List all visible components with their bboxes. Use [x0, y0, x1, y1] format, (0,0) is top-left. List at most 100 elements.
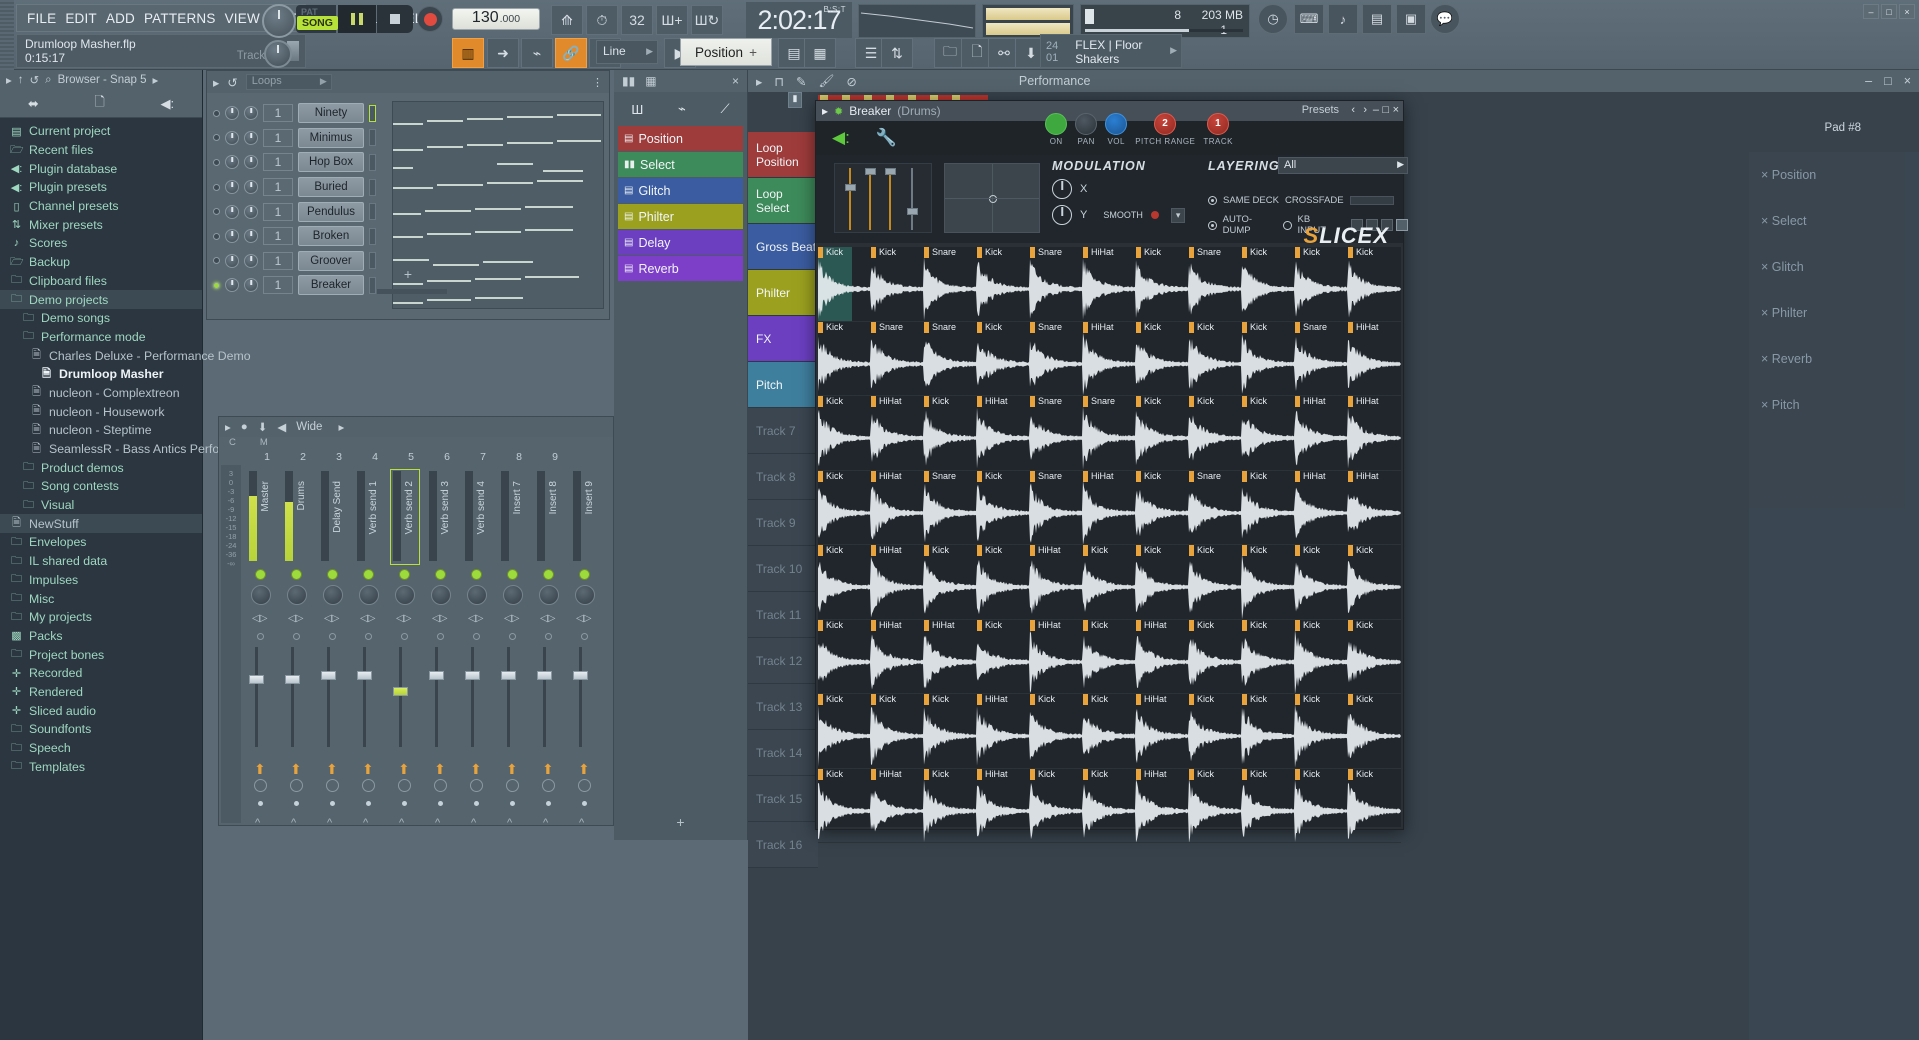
- mixer-pan-knob[interactable]: [503, 585, 523, 605]
- browser-item-recorded[interactable]: ✛ Recorded: [0, 664, 202, 683]
- mixer-strip-led[interactable]: [543, 569, 554, 580]
- mixer-fader-cap[interactable]: [357, 671, 372, 680]
- mixer-send-circle[interactable]: [326, 779, 339, 792]
- mixer-record-arm[interactable]: [509, 633, 516, 640]
- menu-item-edit[interactable]: EDIT: [65, 11, 97, 26]
- channel-name-button[interactable]: Buried: [298, 177, 364, 198]
- mixer-send-arrow[interactable]: ⬆: [542, 761, 554, 778]
- channel-led[interactable]: [213, 158, 220, 166]
- channel-led[interactable]: [213, 109, 220, 117]
- channel-mixer-number[interactable]: 1: [263, 276, 293, 295]
- channel-led[interactable]: [213, 232, 220, 240]
- channel-mixer-number[interactable]: 1: [263, 227, 293, 246]
- channel-pan-knob[interactable]: [225, 204, 239, 219]
- wait-for-input-icon[interactable]: 32: [621, 5, 653, 35]
- maximize-button[interactable]: □: [1881, 4, 1897, 19]
- channel-volume-knob[interactable]: [244, 278, 258, 293]
- channel-volume-knob[interactable]: [244, 204, 258, 219]
- mixer-menu-icon[interactable]: ▸: [225, 420, 231, 434]
- close-button[interactable]: ×: [1899, 4, 1915, 19]
- step-sequencer-icon[interactable]: ▥: [452, 38, 484, 68]
- crossfade-bar[interactable]: [1349, 196, 1394, 205]
- mixer-route-arrow[interactable]: ^: [435, 817, 440, 829]
- slicex-waveform-row[interactable]: Kick HiHat HiHat Kick HiHat Kick HiHat Kick Kick…: [818, 619, 1401, 694]
- minimize-button[interactable]: –: [1863, 4, 1879, 19]
- browser-item-clipboard-files[interactable]: 🗀 Clipboard files: [0, 272, 202, 291]
- mixer-record-arm[interactable]: [581, 633, 588, 640]
- midi-icon[interactable]: ♪: [1328, 4, 1358, 34]
- mixer-prev-icon[interactable]: ◀: [277, 420, 286, 434]
- slicex-expand-icon[interactable]: ▸: [822, 104, 828, 118]
- mixer-strip[interactable]: Verb send 4 ◁▷ ⬆ ^: [459, 465, 495, 829]
- slicex-waveform-area[interactable]: Kick Kick Snare Kick Snare HiHat Kick Snare Kick…: [818, 247, 1401, 843]
- channel-mixer-number[interactable]: 1: [263, 202, 293, 221]
- mixer-route-arrow[interactable]: ^: [507, 817, 512, 829]
- master-pitch-knob[interactable]: [264, 40, 292, 68]
- slicex-waveform-row[interactable]: Kick HiHat Kick Kick HiHat Kick Kick Kick Kick Ki…: [818, 545, 1401, 620]
- mixer-record-arm[interactable]: [545, 633, 552, 640]
- mixer-strip-led[interactable]: [255, 569, 266, 580]
- piano-roll-icon[interactable]: ▦: [804, 38, 836, 68]
- mixer-track-number[interactable]: 8: [501, 451, 537, 465]
- save-as-icon[interactable]: ▣: [1396, 4, 1426, 34]
- mixer-fader-cap[interactable]: [537, 671, 552, 680]
- pattern-panel-grid-icon[interactable]: ▦: [645, 74, 656, 88]
- playlist-close-icon[interactable]: ×: [1904, 74, 1911, 88]
- browser-item-packs[interactable]: ▩ Packs: [0, 627, 202, 646]
- playlist-maximize-icon[interactable]: □: [1884, 74, 1892, 88]
- smooth-led[interactable]: [1150, 211, 1159, 219]
- browser-item-drumloop-masher[interactable]: 🗎 Drumloop Masher: [0, 365, 202, 384]
- tab-all[interactable]: ⬌: [28, 96, 39, 112]
- mixer-strip-led[interactable]: [291, 569, 302, 580]
- mixer-strip[interactable]: Verb send 3 ◁▷ ⬆ ^: [423, 465, 459, 829]
- mod-y-knob[interactable]: [1052, 205, 1072, 225]
- mixer-send-arrow[interactable]: ⬆: [254, 761, 266, 778]
- slicex-waveform-row[interactable]: Kick Snare Snare Kick Snare HiHat Kick Kick Kick…: [818, 321, 1401, 396]
- performance-pad-item[interactable]: × Select: [1749, 198, 1919, 244]
- mixer-strip[interactable]: Verb send 2 ◁▷ ⬆ ^: [387, 465, 423, 829]
- browser-back-icon[interactable]: ↺: [30, 73, 40, 87]
- mixer-strip-led[interactable]: [363, 569, 374, 580]
- channel-name-button[interactable]: Hop Box: [298, 152, 364, 173]
- mixer-send-arrow[interactable]: ⬆: [326, 761, 338, 778]
- add-pattern-button[interactable]: +: [676, 814, 684, 830]
- playlist-track-header[interactable]: Track 11: [748, 592, 818, 638]
- mixer-record-arm[interactable]: [293, 633, 300, 640]
- auto-dump-radio[interactable]: [1208, 220, 1217, 230]
- channel-led[interactable]: [213, 257, 220, 265]
- channel-name-button[interactable]: Ninety: [298, 103, 364, 124]
- mixer-record-icon[interactable]: ●: [241, 421, 248, 433]
- tab-plugins[interactable]: ◀:: [161, 96, 175, 112]
- slicex-waveform-row[interactable]: Kick HiHat Kick HiHat Kick Kick HiHat Kick Kick K…: [818, 768, 1401, 843]
- mixer-strip[interactable]: Insert 8 ◁▷ ⬆ ^: [531, 465, 567, 829]
- browser-item-sliced-audio[interactable]: ✛ Sliced audio: [0, 701, 202, 720]
- channel-pan-knob[interactable]: [225, 253, 239, 268]
- mixer-fader-cap[interactable]: [501, 671, 516, 680]
- pattern-panel-close-icon[interactable]: ×: [732, 74, 739, 88]
- browser-item-my-projects[interactable]: 🗀 My projects: [0, 608, 202, 627]
- browser-item-seamlessr-bass-antics-performance[interactable]: 🗎 SeamlessR - Bass Antics Performance: [0, 440, 260, 459]
- mixer-track-number[interactable]: 1: [249, 451, 285, 465]
- browser-item-impulses[interactable]: 🗀 Impulses: [0, 571, 202, 590]
- browser-item-scores[interactable]: ♪ Scores: [0, 234, 202, 253]
- pattern-selector-icon[interactable]: ⟰: [551, 5, 583, 35]
- mixer-strip-led[interactable]: [471, 569, 482, 580]
- channel-select-led[interactable]: [369, 203, 376, 221]
- mixer-record-arm[interactable]: [473, 633, 480, 640]
- channel-select-led[interactable]: [369, 129, 376, 147]
- typing-keyboard-icon[interactable]: ⌨: [1294, 4, 1324, 34]
- channel-led[interactable]: [213, 134, 220, 142]
- save-icon[interactable]: ▤: [1362, 4, 1392, 34]
- mixer-send-circle[interactable]: [506, 779, 519, 792]
- mixer-stereo-separation[interactable]: ◁▷: [504, 613, 519, 624]
- channel-volume-knob[interactable]: [244, 253, 258, 268]
- smooth-dropdown[interactable]: ▾: [1170, 207, 1186, 223]
- channel-rack-scrollbar[interactable]: [377, 288, 447, 294]
- pencil-icon[interactable]: ✎: [796, 74, 806, 89]
- browser-item-song-contests[interactable]: 🗀 Song contests: [0, 477, 202, 496]
- loop-record-icon[interactable]: Ш↻: [691, 5, 723, 35]
- mixer-pan-knob[interactable]: [323, 585, 343, 605]
- search-icon[interactable]: ⌕: [45, 74, 51, 87]
- mixer-fader-cap[interactable]: [393, 687, 408, 696]
- playlist-track-header[interactable]: Track 14: [748, 730, 818, 776]
